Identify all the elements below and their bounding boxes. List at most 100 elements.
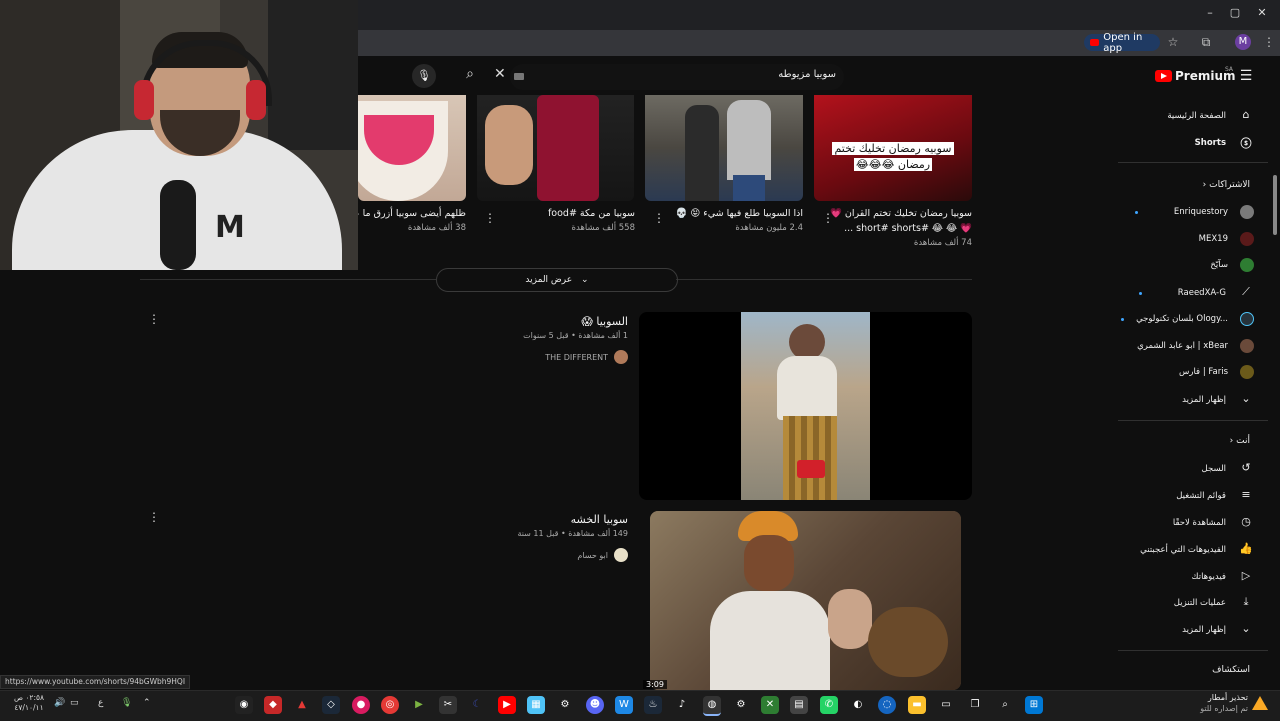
app-icon[interactable]: ▲ [293, 696, 311, 714]
calculator-icon[interactable]: ▤ [790, 696, 808, 714]
subscriptions-title: الاشتراكات [1209, 180, 1250, 190]
bookmark-star-icon[interactable]: ☆ [1166, 35, 1180, 49]
sidebar-subscription[interactable]: بلسان تكنولوجي Ology... [1104, 312, 1254, 326]
short-thumbnail[interactable]: سوبيه رمضان تخليك تختم رمضان 😂😂😂 [814, 95, 972, 201]
show-more-button[interactable]: عرض المزيد ⌄ [436, 268, 678, 292]
more-options-icon[interactable]: ⋮ [148, 312, 160, 326]
app-icon[interactable]: ◆ [264, 696, 282, 714]
whatsapp-icon[interactable]: ✆ [820, 696, 838, 714]
short-thumbnail[interactable] [645, 95, 803, 201]
video-title[interactable]: السوبيا 😱 [380, 315, 628, 328]
sidebar-item-liked[interactable]: الفيديوهات التي أعجبتني 👍 [1104, 542, 1254, 558]
sidebar-item-home[interactable]: الصفحة الرئيسية ⌂ [1104, 108, 1254, 124]
app-icon[interactable]: ● [352, 696, 370, 714]
sidebar-subscription[interactable]: فارس | Faris [1104, 365, 1254, 379]
open-in-app-button[interactable]: Open in app [1084, 32, 1160, 54]
minimize-button[interactable]: – [1200, 6, 1220, 22]
weather-subtitle: تم إصداره للتو [1200, 704, 1248, 713]
more-options-icon[interactable]: ⋮ [822, 211, 834, 225]
sidebar-divider [1118, 650, 1268, 651]
windows-start-icon[interactable]: ⊞ [1025, 696, 1043, 714]
more-options-icon[interactable]: ⋮ [653, 211, 665, 225]
settings-icon[interactable]: ⚙ [732, 696, 750, 714]
you-header[interactable]: أنت ‹ [1230, 436, 1250, 446]
sidebar-subscription[interactable]: RaeedXA-G ⟋ [1104, 285, 1254, 301]
network-icon[interactable]: ▭ [70, 698, 79, 708]
sidebar-subscription[interactable]: ابو عابد الشمري | xBear [1104, 339, 1254, 353]
steam-icon[interactable]: ♨ [644, 696, 662, 714]
settings-icon[interactable]: ⚙ [556, 696, 574, 714]
sidebar-item-downloads[interactable]: عمليات التنزيل ⤓ [1104, 595, 1254, 611]
microphone-icon[interactable]: 🎙 [121, 698, 132, 708]
sidebar-item-history[interactable]: السجل ↺ [1104, 461, 1254, 477]
person-figure [685, 105, 719, 201]
hamburger-menu-icon[interactable]: ☰ [1238, 68, 1254, 84]
sidebar-scrollbar[interactable] [1273, 175, 1277, 235]
sidebar-subscription[interactable]: Enriquestory [1104, 205, 1254, 219]
capcut-icon[interactable]: ✂ [439, 696, 457, 714]
chrome-icon[interactable]: ◍ [703, 696, 721, 716]
channel-link[interactable]: THE DIFFERENT [380, 350, 628, 364]
youtube-premium-logo[interactable]: Premium [1155, 69, 1236, 83]
discord-icon[interactable]: ☻ [586, 696, 604, 714]
davinci-icon[interactable]: ◇ [322, 696, 340, 714]
sidebar-show-more[interactable]: إظهار المزيد ⌄ [1104, 392, 1254, 408]
maximize-button[interactable]: ▢ [1225, 6, 1245, 22]
app-icon[interactable]: ◐ [849, 696, 867, 714]
short-title[interactable]: سوبيا من مكة #food 558 ألف مشاهدة [494, 206, 635, 236]
microphone-icon[interactable]: 🎙 [412, 64, 436, 88]
sidebar-item-watch-later[interactable]: المشاهدة لاحقًا ◷ [1104, 515, 1254, 531]
search-icon[interactable]: ⌕ [996, 696, 1014, 714]
youtube-icon[interactable]: ▶ [498, 696, 516, 714]
warning-icon[interactable] [1252, 696, 1268, 710]
obs-icon[interactable]: ◉ [235, 696, 253, 714]
language-indicator[interactable]: ع [98, 698, 103, 708]
weather-widget[interactable]: تحذير أمطار تم إصداره للتو [1172, 692, 1248, 714]
keyboard-icon[interactable] [514, 73, 524, 80]
app-icon[interactable]: ☾ [468, 696, 486, 714]
clock[interactable]: ٠٢:٥٨ ص ٤٧/١٠/١١ [12, 693, 46, 713]
channel-name: THE DIFFERENT [545, 352, 608, 362]
volume-icon[interactable]: 🔊 [54, 698, 65, 708]
short-title[interactable]: ظلهم أيضى سوبيا أزرق ما عندهم 38 ألف مشا… [358, 206, 466, 236]
short-title[interactable]: اذا السوبيا طلع فيها شيء 😝 💀 2.4 مليون م… [662, 206, 803, 236]
sidebar-item-shorts[interactable]: Shorts ⓢ [1104, 135, 1254, 151]
sidebar-subscription[interactable]: MEX19 [1104, 232, 1254, 246]
photos-icon[interactable]: ▦ [527, 696, 545, 714]
profile-avatar[interactable]: M [1235, 34, 1251, 50]
subscriptions-header[interactable]: الاشتراكات ‹ [1203, 180, 1250, 190]
short-thumbnail[interactable] [477, 95, 634, 201]
search-input[interactable]: سوبيا مزيوطه [510, 64, 844, 90]
file-explorer-icon[interactable]: ▬ [908, 696, 926, 714]
extensions-icon[interactable]: ⧉ [1199, 35, 1213, 49]
watch-later-icon: ◷ [1241, 515, 1251, 528]
channel-name: سآيّخ [1210, 260, 1228, 270]
video-title[interactable]: سوبيا الخشه [380, 513, 628, 526]
clear-search-icon[interactable]: ✕ [494, 66, 506, 82]
close-window-button[interactable]: ✕ [1252, 6, 1272, 22]
chevron-up-icon[interactable]: ⌃ [143, 698, 151, 708]
video-thumbnail[interactable] [639, 312, 972, 500]
download-icon: ⤓ [1243, 595, 1249, 608]
app-icon[interactable]: ▶ [410, 696, 428, 714]
app-icon[interactable]: W [615, 696, 633, 714]
channel-link[interactable]: ابو حسام [380, 548, 628, 562]
street-scene [741, 312, 870, 500]
tiktok-icon[interactable]: ♪ [673, 696, 691, 714]
sidebar-subscription[interactable]: سآيّخ [1104, 258, 1254, 272]
video-thumbnail[interactable] [650, 511, 961, 690]
browser-menu-icon[interactable]: ⋮ [1262, 35, 1276, 49]
sidebar-item-show-more[interactable]: إظهار المزيد ⌄ [1104, 622, 1254, 638]
sidebar-item-playlists[interactable]: قوائم التشغيل ≡ [1104, 488, 1254, 504]
more-options-icon[interactable]: ⋮ [484, 211, 496, 225]
app-icon[interactable]: ▭ [937, 696, 955, 714]
short-thumbnail[interactable] [358, 95, 466, 201]
more-options-icon[interactable]: ⋮ [148, 510, 160, 524]
app-icon[interactable]: ◎ [381, 696, 399, 714]
search-icon[interactable]: ⌕ [460, 66, 480, 86]
task-view-icon[interactable]: ❐ [966, 696, 984, 714]
xbox-icon[interactable]: ✕ [761, 696, 779, 714]
globe-icon[interactable]: ◌ [878, 696, 896, 714]
short-title[interactable]: سوبيا رمضان تخليك تختم القران 💗 💗 😂 😂 #s… [830, 206, 972, 251]
sidebar-item-your-videos[interactable]: فيديوهاتك ▷ [1104, 569, 1254, 585]
